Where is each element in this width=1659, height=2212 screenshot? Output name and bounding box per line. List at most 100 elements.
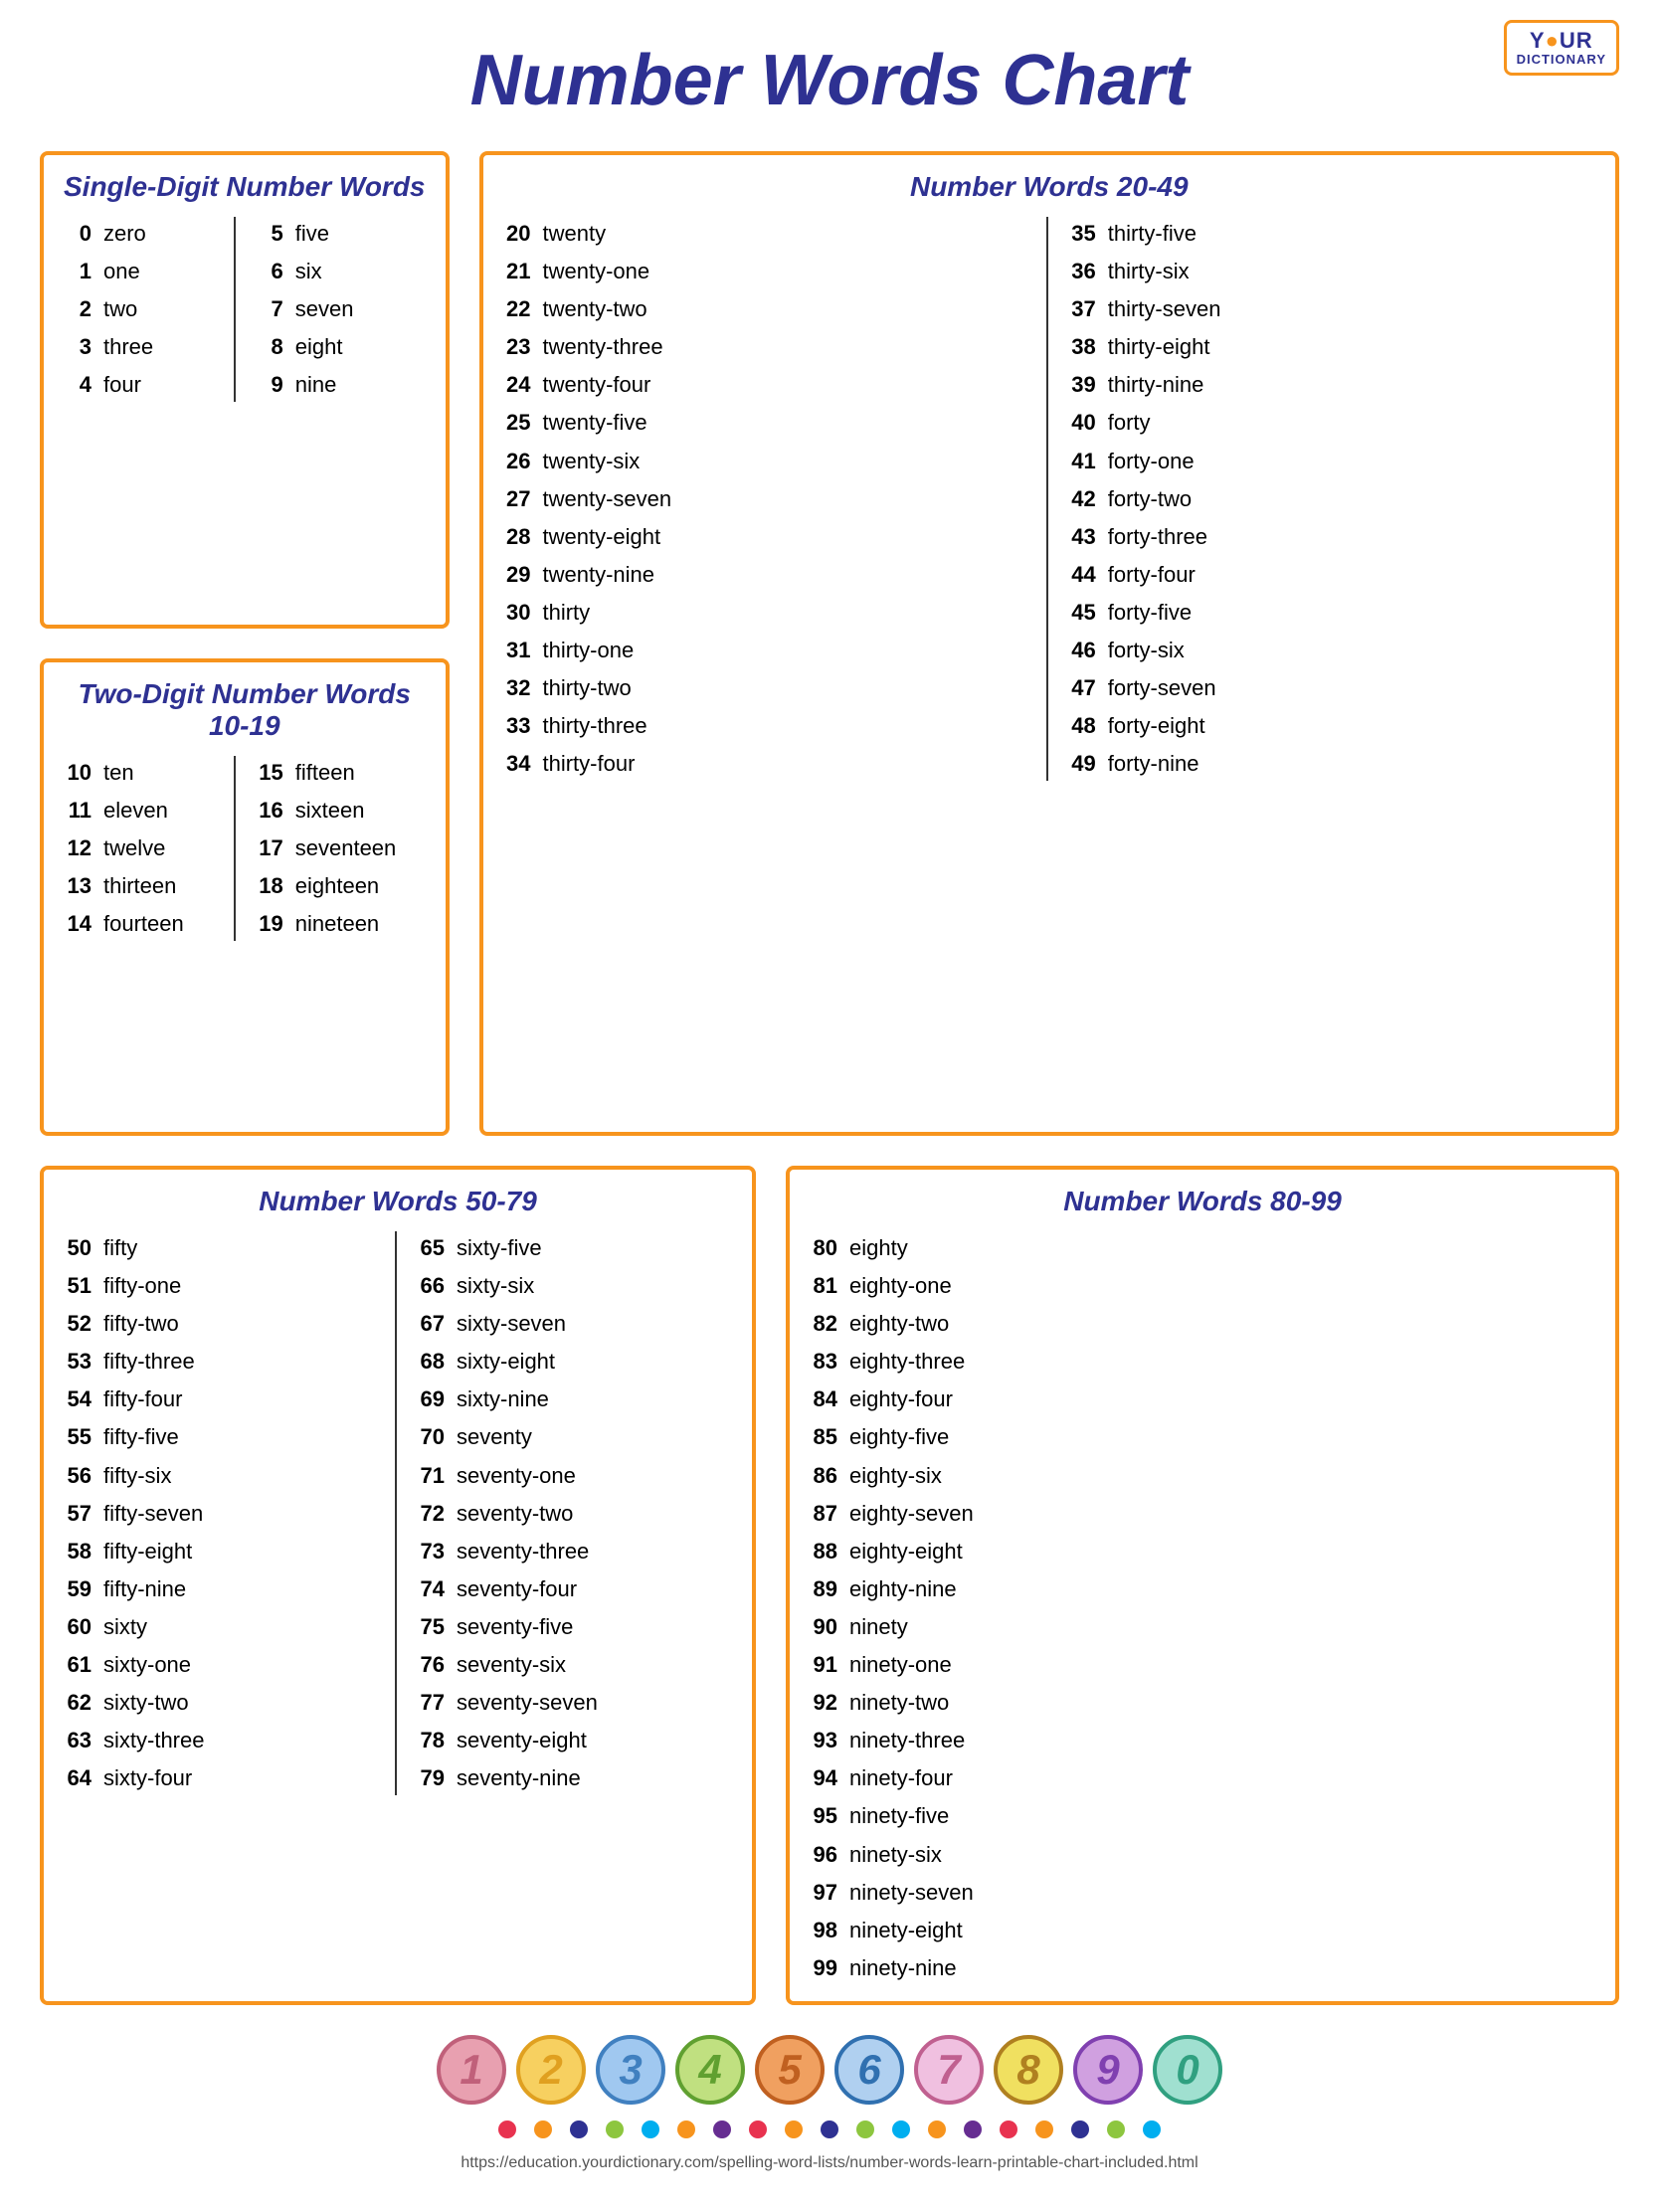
number-digit: 20 (503, 217, 531, 251)
number-digit: 38 (1068, 330, 1096, 364)
number-digit: 49 (1068, 747, 1096, 781)
dot (1071, 2120, 1089, 2138)
number-word: thirteen (103, 869, 176, 903)
number-digit: 63 (64, 1724, 92, 1757)
dot (642, 2120, 659, 2138)
number-digit: 52 (64, 1307, 92, 1341)
number-row: 64sixty-four (64, 1761, 379, 1795)
number-digit: 25 (503, 406, 531, 440)
number-word: sixty (103, 1610, 147, 1644)
number-word: twenty-two (543, 292, 647, 326)
number-row: 69sixty-nine (417, 1382, 732, 1416)
number-row: 62sixty-two (64, 1686, 379, 1720)
charts-top-row: Single-Digit Number Words 0zero1one2two3… (40, 151, 1619, 1136)
number-digit: 80 (810, 1231, 837, 1265)
decorative-numbers: 1234567890 (40, 2035, 1619, 2105)
number-row: 52fifty-two (64, 1307, 379, 1341)
deco-digit: 8 (994, 2035, 1063, 2105)
number-row: 2two (64, 292, 234, 326)
number-digit: 98 (810, 1914, 837, 1947)
number-digit: 72 (417, 1497, 445, 1531)
number-word: thirty-eight (1108, 330, 1210, 364)
number-row: 81eighty-one (810, 1269, 1595, 1303)
deco-digit: 4 (675, 2035, 745, 2105)
number-digit: 40 (1068, 406, 1096, 440)
two-digit-title: Two-Digit Number Words 10-19 (64, 678, 426, 742)
dot (534, 2120, 552, 2138)
number-digit: 44 (1068, 558, 1096, 592)
number-word: eighteen (295, 869, 379, 903)
twenty49-title: Number Words 20-49 (503, 171, 1596, 203)
number-word: seventy-three (457, 1535, 589, 1568)
number-digit: 8 (256, 330, 283, 364)
number-word: one (103, 255, 140, 288)
number-word: forty-eight (1108, 709, 1205, 743)
number-word: ninety-five (849, 1799, 949, 1833)
number-word: ninety-six (849, 1838, 942, 1872)
number-row: 31thirty-one (503, 634, 1030, 667)
number-word: ninety-seven (849, 1876, 974, 1910)
dot (892, 2120, 910, 2138)
number-row: 29 twenty-nine (503, 558, 1030, 592)
number-digit: 73 (417, 1535, 445, 1568)
deco-digit: 0 (1153, 2035, 1222, 2105)
dot (749, 2120, 767, 2138)
single-digit-box: Single-Digit Number Words 0zero1one2two3… (40, 151, 450, 629)
number-digit: 56 (64, 1459, 92, 1493)
number-row: 8eight (256, 330, 426, 364)
number-row: 47forty-seven (1068, 671, 1595, 705)
number-word: thirty-nine (1108, 368, 1204, 402)
logo-ur: UR (1560, 28, 1593, 53)
number-word: forty-two (1108, 482, 1192, 516)
dot (498, 2120, 516, 2138)
number-digit: 29 (503, 558, 531, 592)
number-row: 75seventy-five (417, 1610, 732, 1644)
number-row: 38 thirty-eight (1068, 330, 1595, 364)
number-word: eighty-five (849, 1420, 949, 1454)
number-word: twenty-nine (543, 558, 655, 592)
number-digit: 53 (64, 1345, 92, 1379)
number-word: sixty-eight (457, 1345, 555, 1379)
number-digit: 62 (64, 1686, 92, 1720)
dot (821, 2120, 838, 2138)
number-digit: 46 (1068, 634, 1096, 667)
dot (1035, 2120, 1053, 2138)
number-digit: 59 (64, 1572, 92, 1606)
number-digit: 60 (64, 1610, 92, 1644)
single-digit-col2: 5five6six7seven8eight9nine (234, 217, 426, 402)
number-digit: 41 (1068, 445, 1096, 478)
number-word: seventy-two (457, 1497, 573, 1531)
number-word: twenty-four (543, 368, 651, 402)
number-word: ninety-four (849, 1761, 953, 1795)
number-row: 57fifty-seven (64, 1497, 379, 1531)
number-digit: 54 (64, 1382, 92, 1416)
number-row: 32thirty-two (503, 671, 1030, 705)
number-digit: 27 (503, 482, 531, 516)
number-digit: 92 (810, 1686, 837, 1720)
number-digit: 75 (417, 1610, 445, 1644)
number-digit: 32 (503, 671, 531, 705)
number-word: sixty-five (457, 1231, 542, 1265)
number-digit: 91 (810, 1648, 837, 1682)
number-word: seventeen (295, 831, 397, 865)
number-digit: 85 (810, 1420, 837, 1454)
number-word: eighty-three (849, 1345, 965, 1379)
number-word: sixty-seven (457, 1307, 566, 1341)
number-row: 74seventy-four (417, 1572, 732, 1606)
number-row: 77seventy-seven (417, 1686, 732, 1720)
twenty49-box: Number Words 20-49 20twenty21twenty-one2… (479, 151, 1620, 1136)
number-row: 3three (64, 330, 234, 364)
number-word: seventy-seven (457, 1686, 598, 1720)
dot (1143, 2120, 1161, 2138)
number-digit: 33 (503, 709, 531, 743)
number-row: 53fifty-three (64, 1345, 379, 1379)
number-row: 27twenty-seven (503, 482, 1030, 516)
number-row: 23twenty-three (503, 330, 1030, 364)
number-digit: 71 (417, 1459, 445, 1493)
number-row: 85 eighty-five (810, 1420, 1595, 1454)
number-digit: 43 (1068, 520, 1096, 554)
dot (964, 2120, 982, 2138)
number-row: 82eighty-two (810, 1307, 1595, 1341)
number-row: 72 seventy-two (417, 1497, 732, 1531)
number-word: sixty-one (103, 1648, 191, 1682)
